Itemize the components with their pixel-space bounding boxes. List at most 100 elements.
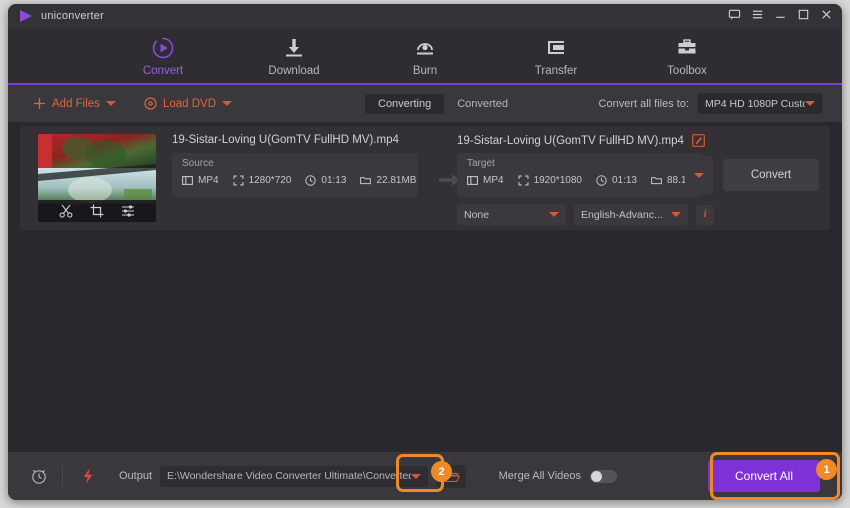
source-size: 22.81MB — [360, 175, 416, 186]
source-duration: 01:13 — [305, 175, 346, 186]
thumbnail-image — [38, 134, 156, 204]
uniconverter-window: uniconverter Convert Download Burn Trans… — [8, 4, 842, 500]
target-meta-row: MP4 1920*1080 01:13 — [467, 175, 707, 186]
chevron-down-icon[interactable] — [222, 101, 232, 106]
edit-pencil-icon[interactable] — [691, 134, 705, 147]
folder-icon — [360, 177, 372, 185]
merge-all-videos-group: Merge All Videos — [498, 469, 617, 483]
source-resolution: 1280*720 — [233, 175, 292, 186]
output-path-field[interactable]: E:\Wondershare Video Converter Ultimate\… — [160, 465, 429, 487]
nav-label: Transfer — [534, 65, 578, 77]
resolution-icon — [518, 175, 529, 186]
crop-icon[interactable] — [90, 204, 104, 218]
nav-item-download[interactable]: Download — [256, 35, 332, 77]
app-title: uniconverter — [41, 10, 104, 22]
title-bar: uniconverter — [8, 4, 842, 28]
source-duration-value: 01:13 — [321, 175, 347, 186]
nav-label: Download — [268, 65, 320, 77]
menu-icon[interactable] — [751, 8, 764, 21]
effect-icon[interactable] — [121, 204, 135, 218]
target-duration-value: 01:13 — [611, 175, 637, 186]
target-resolution-value: 1920*1080 — [533, 175, 582, 186]
load-dvd-button[interactable]: Load DVD — [144, 97, 232, 110]
add-files-label: Add Files — [52, 97, 100, 110]
clock-icon — [596, 175, 607, 186]
chevron-down-icon — [805, 101, 815, 106]
app-logo-icon — [20, 10, 32, 22]
nav-label: Convert — [142, 65, 184, 77]
nav-item-transfer[interactable]: Transfer — [518, 35, 594, 77]
target-format-dropdown-button[interactable] — [685, 156, 713, 194]
output-format-select[interactable]: MP4 HD 1080P Custo... — [698, 93, 822, 114]
source-resolution-value: 1280*720 — [248, 175, 292, 186]
nav-label: Toolbox — [667, 65, 707, 77]
tab-converted[interactable]: Converted — [444, 94, 521, 114]
chevron-down-icon — [411, 473, 422, 479]
source-info-box: Source MP4 1280*720 01:13 22.81MB — [172, 153, 418, 197]
target-format-value: MP4 — [483, 175, 504, 186]
alarm-clock-icon[interactable] — [30, 467, 48, 485]
target-filename: 19-Sistar-Loving U(GomTV FullHD MV).mp4 — [457, 134, 684, 147]
file-list: 19-Sistar-Loving U(GomTV FullHD MV).mp4 … — [8, 122, 842, 452]
merge-all-videos-label: Merge All Videos — [498, 470, 581, 482]
chevron-down-icon — [694, 172, 704, 178]
file-format-icon — [182, 176, 193, 185]
track-selectors: None English-Advanc... i — [457, 204, 714, 225]
info-icon: i — [703, 209, 707, 220]
convert-all-format-group: Convert all files to: MP4 HD 1080P Custo… — [599, 93, 822, 114]
close-icon[interactable] — [820, 8, 833, 21]
status-tabs: Converting Converted — [365, 94, 521, 114]
output-format-value: MP4 HD 1080P Custo... — [705, 97, 805, 110]
convert-button-label: Convert — [750, 169, 792, 181]
target-label: Target — [467, 158, 495, 169]
resolution-icon — [233, 175, 244, 186]
nav-label: Burn — [412, 65, 438, 77]
callout-badge-2: 2 — [431, 461, 452, 482]
audio-track-value: English-Advanc... — [581, 208, 663, 221]
subtitle-select[interactable]: None — [457, 204, 566, 225]
convert-all-button-label: Convert All — [734, 469, 794, 483]
source-meta-row: MP4 1280*720 01:13 22.81MB — [182, 175, 416, 186]
audio-track-select[interactable]: English-Advanc... — [574, 204, 688, 225]
divider — [62, 466, 63, 486]
transfer-icon — [545, 35, 567, 61]
convert-all-button[interactable]: Convert All — [708, 460, 820, 492]
lightning-bolt-icon[interactable] — [79, 467, 97, 485]
clock-icon — [305, 175, 317, 186]
folder-icon — [651, 177, 662, 185]
source-label: Source — [182, 158, 214, 169]
target-filename-row: 19-Sistar-Loving U(GomTV FullHD MV).mp4 — [457, 134, 705, 147]
thumbnail-actions — [38, 200, 156, 222]
media-info-button[interactable]: i — [696, 204, 714, 225]
source-size-value: 22.81MB — [376, 175, 417, 186]
toolbox-icon — [676, 35, 698, 61]
video-thumbnail[interactable] — [38, 134, 156, 222]
chevron-down-icon[interactable] — [105, 101, 116, 106]
feedback-icon[interactable] — [728, 8, 741, 21]
trim-icon[interactable] — [59, 204, 73, 218]
maximize-icon[interactable] — [797, 8, 810, 21]
plus-icon — [34, 98, 45, 109]
subtitle-value: None — [464, 208, 490, 221]
merge-all-videos-toggle[interactable] — [590, 469, 617, 483]
main-nav: Convert Download Burn Transfer Toolbox — [8, 28, 842, 84]
file-list-item: 19-Sistar-Loving U(GomTV FullHD MV).mp4 … — [20, 126, 830, 230]
target-info-box: Target MP4 1920*1080 01:13 — [457, 153, 707, 197]
source-filename: 19-Sistar-Loving U(GomTV FullHD MV).mp4 — [172, 134, 399, 146]
brand: uniconverter — [18, 8, 104, 24]
nav-item-burn[interactable]: Burn — [387, 35, 463, 77]
add-files-button[interactable]: Add Files — [33, 97, 116, 110]
chevron-down-icon — [671, 212, 681, 217]
nav-item-toolbox[interactable]: Toolbox — [649, 35, 725, 77]
minimize-icon[interactable] — [774, 8, 787, 21]
nav-item-convert[interactable]: Convert — [125, 35, 201, 77]
convert-button[interactable]: Convert — [723, 159, 819, 191]
chevron-down-icon — [549, 212, 559, 217]
tab-converting[interactable]: Converting — [365, 94, 445, 114]
bottom-bar: Output E:\Wondershare Video Converter Ul… — [8, 452, 842, 500]
disc-icon — [144, 97, 157, 110]
screenshot-root: uniconverter Convert Download Burn Trans… — [0, 0, 850, 508]
target-duration: 01:13 — [596, 175, 637, 186]
window-controls — [728, 8, 833, 21]
source-format: MP4 — [182, 175, 219, 186]
